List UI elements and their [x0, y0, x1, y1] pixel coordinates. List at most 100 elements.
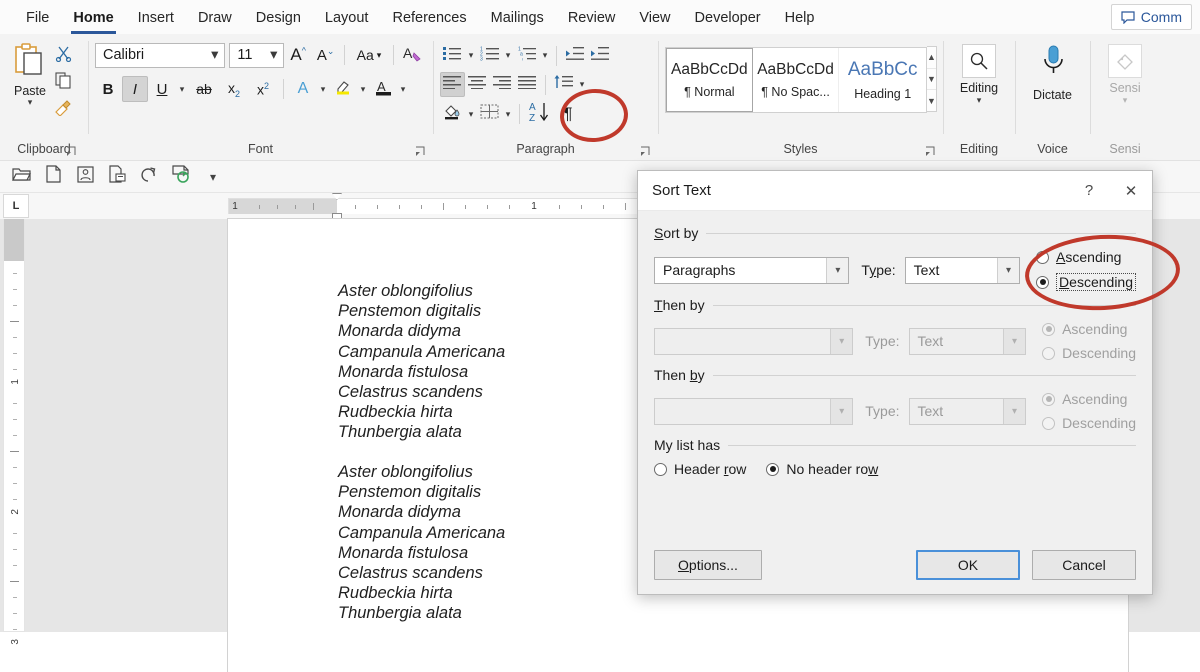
redo-button[interactable]	[136, 165, 162, 189]
sort-text-dialog[interactable]: Sort Text ? ✕ Sort by Paragraphs ▾ Type:…	[637, 170, 1153, 595]
font-name-combo[interactable]: Calibri ▾	[95, 43, 225, 68]
styles-more-icon[interactable]: ▼	[927, 90, 936, 111]
show-formatting-marks-button[interactable]: ¶	[555, 102, 581, 127]
chevron-down-icon[interactable]: ▾	[1003, 329, 1025, 354]
change-case-button[interactable]: Aa ▾	[350, 42, 387, 68]
then-by-1-field-combo[interactable]: ▾	[654, 328, 853, 355]
subscript-button[interactable]: x2	[220, 76, 248, 102]
highlight-button[interactable]	[330, 76, 356, 102]
then-by-2-ascending-radio[interactable]: Ascending	[1042, 391, 1136, 407]
style-item-heading-1[interactable]: AaBbCc Heading 1	[839, 48, 926, 112]
ribbon-tab-references[interactable]: References	[380, 5, 478, 30]
font-size-combo[interactable]: 11 ▾	[229, 43, 284, 68]
ribbon-tab-review[interactable]: Review	[556, 5, 628, 30]
customize-qat-button[interactable]: ▾	[200, 165, 226, 189]
chevron-down-icon[interactable]: ▾	[830, 329, 852, 354]
ok-button[interactable]: OK	[916, 550, 1020, 580]
style-item-no-spacing[interactable]: AaBbCcDd ¶ No Spac...	[753, 48, 840, 112]
cancel-button[interactable]: Cancel	[1032, 550, 1136, 580]
close-button[interactable]: ✕	[1110, 172, 1152, 210]
refresh-button[interactable]	[168, 165, 194, 189]
style-item-normal[interactable]: AaBbCcDd ¶ Normal	[666, 48, 753, 112]
line-spacing-button[interactable]	[551, 72, 576, 97]
copy-button[interactable]	[54, 71, 73, 95]
sort-button[interactable]: A Z	[525, 101, 555, 127]
superscript-button[interactable]: x2	[249, 76, 277, 102]
new-document-button[interactable]	[40, 165, 66, 189]
editing-button[interactable]: Editing ▾	[950, 40, 1008, 138]
justify-button[interactable]	[515, 72, 540, 97]
sort-by-ascending-radio[interactable]: Ascending	[1036, 249, 1136, 265]
font-dialog-launcher-icon[interactable]	[415, 144, 427, 156]
text-effects-button[interactable]: A	[290, 76, 316, 102]
borders-button[interactable]	[477, 102, 502, 127]
ribbon-tab-view[interactable]: View	[627, 5, 682, 30]
font-color-chevron-down-icon[interactable]: ▾	[397, 84, 409, 95]
ribbon-tab-developer[interactable]: Developer	[683, 5, 773, 30]
dictate-button[interactable]: Dictate	[1022, 40, 1083, 138]
ribbon-tab-design[interactable]: Design	[244, 5, 313, 30]
multilevel-list-button[interactable]: 1ai	[514, 43, 539, 68]
sensitivity-chevron-down-icon[interactable]: ▾	[1123, 95, 1128, 106]
chevron-down-icon[interactable]: ▾	[830, 399, 852, 424]
ribbon-tab-draw[interactable]: Draw	[186, 5, 244, 30]
align-left-button[interactable]	[440, 72, 465, 97]
underline-chevron-down-icon[interactable]: ▾	[176, 84, 188, 95]
align-center-button[interactable]	[465, 72, 490, 97]
strikethrough-button[interactable]: ab	[189, 76, 219, 102]
shrink-font-button[interactable]: A⌄	[312, 42, 339, 68]
clear-formatting-button[interactable]: A	[399, 42, 426, 68]
document-paragraph-1[interactable]: Aster oblongifolius Penstemon digitalis …	[338, 281, 505, 443]
underline-button[interactable]: U	[149, 76, 175, 102]
paste-chevron-down-icon[interactable]: ▾	[28, 98, 33, 106]
then-by-2-type-combo[interactable]: Text ▾	[909, 398, 1027, 425]
then-by-1-type-combo[interactable]: Text ▾	[909, 328, 1027, 355]
bullets-button[interactable]	[440, 43, 465, 68]
styles-scroll-down-icon[interactable]: ▼	[927, 69, 936, 91]
multilevel-chevron-down-icon[interactable]: ▾	[539, 50, 551, 61]
numbering-chevron-down-icon[interactable]: ▾	[502, 50, 514, 61]
styles-gallery[interactable]: AaBbCcDd ¶ Normal AaBbCcDd ¶ No Spac... …	[665, 47, 927, 113]
header-row-radio[interactable]: Header row	[654, 461, 746, 477]
then-by-2-field-combo[interactable]: ▾	[654, 398, 853, 425]
vertical-ruler[interactable]: 1 2 3	[3, 219, 25, 632]
shading-button[interactable]	[440, 102, 465, 127]
ribbon-tab-mailings[interactable]: Mailings	[479, 5, 556, 30]
line-spacing-chevron-down-icon[interactable]: ▾	[576, 79, 588, 90]
options-button[interactable]: Options...	[654, 550, 762, 580]
increase-indent-button[interactable]	[587, 43, 612, 68]
sensitivity-button[interactable]: Sensi ▾	[1097, 40, 1153, 138]
contact-card-button[interactable]	[72, 165, 98, 189]
format-painter-button[interactable]	[53, 98, 73, 122]
tab-stop-selector[interactable]: L	[3, 194, 29, 218]
font-color-button[interactable]: A	[370, 76, 396, 102]
chevron-down-icon[interactable]: ▾	[997, 258, 1019, 283]
numbering-button[interactable]: 123	[477, 43, 502, 68]
then-by-2-descending-radio[interactable]: Descending	[1042, 415, 1136, 431]
styles-scroll-up-icon[interactable]: ▲	[927, 47, 936, 69]
chevron-down-icon[interactable]: ▾	[1003, 399, 1025, 424]
sort-by-field-combo[interactable]: Paragraphs ▾	[654, 257, 849, 284]
ribbon-tab-help[interactable]: Help	[773, 5, 827, 30]
then-by-1-ascending-radio[interactable]: Ascending	[1042, 321, 1136, 337]
borders-chevron-down-icon[interactable]: ▾	[502, 109, 514, 120]
clipboard-dialog-launcher-icon[interactable]	[66, 144, 78, 156]
no-header-row-radio[interactable]: No header row	[766, 461, 878, 477]
paste-button[interactable]: Paste ▾	[7, 40, 53, 138]
styles-dialog-launcher-icon[interactable]	[925, 144, 937, 156]
bold-button[interactable]: B	[95, 76, 121, 102]
ribbon-tab-insert[interactable]: Insert	[126, 5, 186, 30]
comments-button[interactable]: Comm	[1111, 4, 1192, 30]
decrease-indent-button[interactable]	[562, 43, 587, 68]
grow-font-button[interactable]: A^	[284, 42, 311, 68]
document-paragraph-2[interactable]: Aster oblongifolius Penstemon digitalis …	[338, 462, 505, 624]
open-button[interactable]	[8, 165, 34, 189]
editing-chevron-down-icon[interactable]: ▾	[977, 95, 982, 106]
then-by-1-descending-radio[interactable]: Descending	[1042, 345, 1136, 361]
cut-button[interactable]	[54, 44, 73, 68]
highlight-chevron-down-icon[interactable]: ▾	[357, 84, 369, 95]
styles-scroll-controls[interactable]: ▲ ▼ ▼	[927, 46, 937, 112]
help-button[interactable]: ?	[1068, 172, 1110, 210]
text-effects-chevron-down-icon[interactable]: ▾	[317, 84, 329, 95]
ribbon-tab-layout[interactable]: Layout	[313, 5, 381, 30]
